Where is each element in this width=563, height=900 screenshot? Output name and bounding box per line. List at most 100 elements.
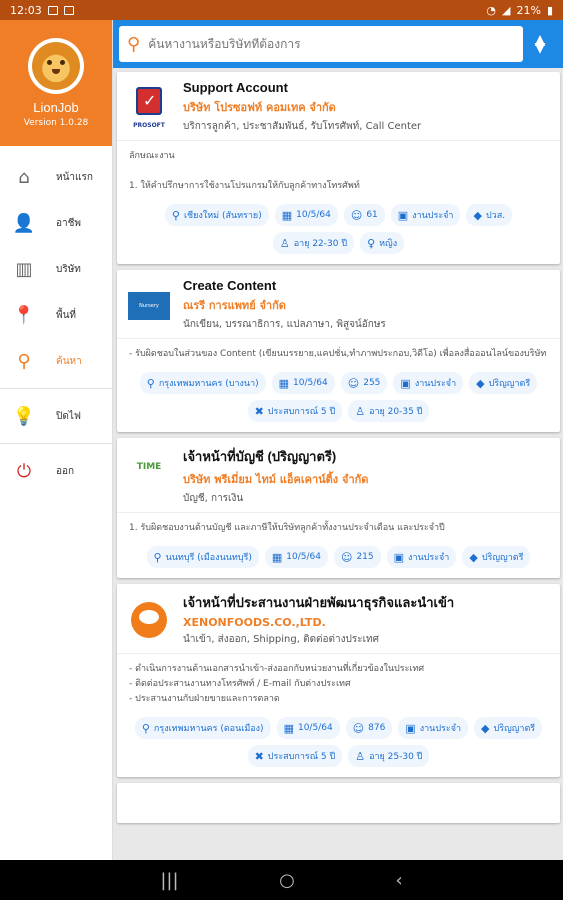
lightbulb-icon: 💡 — [12, 405, 36, 427]
search-icon: ⚲ — [127, 33, 141, 55]
smile-icon: ☺ — [352, 721, 365, 735]
search-box[interactable]: ⚲ — [119, 26, 523, 62]
home-button[interactable]: ○ — [279, 870, 295, 891]
back-button[interactable]: ‹ — [395, 870, 402, 891]
sidebar-item-company[interactable]: ▥ บริษัท — [0, 246, 112, 292]
job-tags: ⚲ กรุงเทพมหานคร (บางนา) ▦ 10/5/64 ☺ 255 ▣ งา… — [117, 364, 560, 432]
smile-icon: ☺ — [340, 550, 353, 564]
badge-icon: ▣ — [405, 721, 416, 735]
calendar-icon: ▦ — [283, 721, 294, 735]
battery-icon: ▮ — [546, 3, 553, 17]
job-card[interactable]: PROSOFT Support Account บริษัท โปรซอฟท์ … — [117, 72, 560, 264]
lion-icon — [32, 42, 80, 90]
company-logo: TIME — [136, 462, 162, 472]
job-category: บัญชี, การเงิน — [183, 493, 244, 504]
person-icon: 👤 — [12, 212, 36, 234]
app-logo — [28, 38, 84, 94]
job-tags: ⚲ กรุงเทพมหานคร (ดอนเมือง) ▦ 10/5/64 ☺ 876 … — [117, 709, 560, 777]
sidebar-item-area[interactable]: 📍 พื้นที่ — [0, 292, 112, 338]
sidebar-item-search[interactable]: ⚲ ค้นหา — [0, 338, 112, 384]
date-tag: ▦ 10/5/64 — [274, 204, 338, 226]
sidebar-item-home[interactable]: ⌂ หน้าแรก — [0, 154, 112, 200]
job-type-tag: ▣ งานประจำ — [398, 717, 469, 739]
sidebar-item-label: บริษัท — [56, 263, 81, 275]
job-card[interactable]: TIME เจ้าหน้าที่บัญชี (ปริญญาตรี) บริษัท… — [117, 438, 560, 578]
graduation-icon: ◆ — [476, 376, 485, 390]
signal-icon: ◢ — [502, 3, 511, 17]
calendar-icon: ▦ — [278, 376, 290, 390]
job-category: นำเข้า, ส่งออก, Shipping, ติดต่อต่างประเ… — [183, 634, 379, 645]
education-tag: ◆ ปริญญาตรี — [474, 717, 543, 739]
search-icon: ⚲ — [17, 350, 31, 372]
wifi-icon: ◔ — [486, 3, 497, 17]
building-icon: ▥ — [15, 258, 33, 280]
sidebar-item-career[interactable]: 👤 อาชีพ — [0, 200, 112, 246]
views-tag: ☺ 215 — [333, 546, 381, 568]
job-card[interactable] — [117, 783, 560, 823]
age-tag: ♙ อายุ 20-35 ปี — [348, 400, 430, 422]
location-tag: ⚲ เชียงใหม่ (สันทราย) — [164, 204, 269, 226]
location-icon: ⚲ — [146, 376, 155, 390]
smile-icon: ☺ — [350, 208, 363, 222]
badge-icon: ▣ — [397, 208, 409, 222]
image-icon — [47, 5, 58, 15]
sidebar-item-label: พื้นที่ — [56, 309, 77, 321]
search-bar: ⚲ ▲ ▼ — [113, 20, 563, 68]
education-tag: ◆ ปริญญาตรี — [462, 546, 531, 568]
views-tag: ☺ 61 — [343, 204, 385, 226]
date-tag: ▦ 10/5/64 — [276, 717, 340, 739]
female-icon: ♀ — [367, 236, 376, 250]
graduation-icon: ◆ — [469, 550, 478, 564]
job-tags: ⚲ นนทบุรี (เมืองนนทบุรี) ▦ 10/5/64 ☺ 215 ▣ ง… — [117, 538, 560, 578]
sort-down-icon: ▼ — [534, 40, 546, 56]
job-card-header: เจ้าหน้าที่ประสานงานฝ่ายพัฒนาธุรกิจและนำ… — [117, 584, 560, 654]
views-tag: ☺ 876 — [345, 717, 393, 739]
status-time: 12:03 — [10, 3, 42, 17]
recents-button[interactable]: ||| — [160, 870, 178, 891]
location-tag: ⚲ กรุงเทพมหานคร (บางนา) — [139, 372, 266, 394]
gender-tag: ♀ หญิง — [360, 232, 405, 254]
tools-icon: ✖ — [254, 404, 264, 418]
job-type-tag: ▣ งานประจำ — [386, 546, 457, 568]
system-nav-bar: ||| ○ ‹ — [0, 860, 563, 900]
job-type-tag: ▣ งานประจำ — [393, 372, 464, 394]
sidebar: LionJob Version 1.0.28 ⌂ หน้าแรก 👤 อาชีพ… — [0, 20, 113, 860]
divider — [0, 443, 112, 444]
sidebar-item-logout[interactable]: ⏻ ออก — [0, 448, 112, 494]
experience-tag: ✖ ประสบการณ์ 5 ปี — [247, 745, 343, 767]
company-name: บริษัท พรีเมี่ยม ไทม์ แอ็คเคาน์ติ้ง จำกั… — [183, 473, 369, 486]
location-tag: ⚲ นนทบุรี (เมืองนนทบุรี) — [146, 546, 259, 568]
job-card[interactable]: เจ้าหน้าที่ประสานงานฝ่ายพัฒนาธุรกิจและนำ… — [117, 584, 560, 777]
app-version: Version 1.0.28 — [23, 118, 89, 128]
location-icon: ⚲ — [171, 208, 180, 222]
company-name: XENONFOODS.CO.,LTD. — [183, 616, 326, 629]
job-list: PROSOFT Support Account บริษัท โปรซอฟท์ … — [113, 68, 563, 860]
smile-icon: ☺ — [347, 376, 360, 390]
job-title: เจ้าหน้าที่บัญชี (ปริญญาตรี) — [183, 449, 337, 464]
job-title: Create Content — [183, 278, 277, 293]
job-description: - รับผิดชอบในส่วนของ Content (เขียนบรรยา… — [129, 349, 547, 359]
sidebar-item-label: ปิดไฟ — [56, 410, 81, 422]
job-description: 1. รับผิดชอบงานด้านบัญชี และภาษีให้บริษั… — [129, 523, 445, 533]
job-card-header: Nursery Create Content ณรรี การแพทย์ จำก… — [117, 270, 560, 339]
age-tag: ♙ อายุ 22-30 ปี — [272, 232, 355, 254]
graduation-icon: ◆ — [481, 721, 490, 735]
job-description: ลักษณะงาน 1. ให้คำปรึกษาการใช้งานโปรแกรม… — [129, 151, 360, 191]
age-tag: ♙ อายุ 25-30 ปี — [348, 745, 430, 767]
company-name: ณรรี การแพทย์ จำกัด — [183, 299, 286, 312]
job-card-header: PROSOFT Support Account บริษัท โปรซอฟท์ … — [117, 72, 560, 141]
job-card[interactable]: Nursery Create Content ณรรี การแพทย์ จำก… — [117, 270, 560, 432]
location-tag: ⚲ กรุงเทพมหานคร (ดอนเมือง) — [134, 717, 271, 739]
company-logo — [127, 598, 171, 642]
experience-tag: ✖ ประสบการณ์ 5 ปี — [247, 400, 343, 422]
sort-button[interactable]: ▲ ▼ — [523, 26, 557, 62]
job-category: นักเขียน, บรรณาธิการ, แปลภาษา, พิสูจน์อั… — [183, 319, 386, 330]
sidebar-item-label: หน้าแรก — [56, 171, 93, 183]
job-title: Support Account — [183, 80, 288, 95]
job-tags: ⚲ เชียงใหม่ (สันทราย) ▦ 10/5/64 ☺ 61 ▣ งานปร… — [117, 196, 560, 264]
calendar-icon: ▦ — [271, 550, 283, 564]
sidebar-item-dark-mode[interactable]: 💡 ปิดไฟ — [0, 393, 112, 439]
location-icon: ⚲ — [141, 721, 150, 735]
search-input[interactable] — [148, 37, 479, 51]
sidebar-item-label: อาชีพ — [56, 217, 81, 229]
